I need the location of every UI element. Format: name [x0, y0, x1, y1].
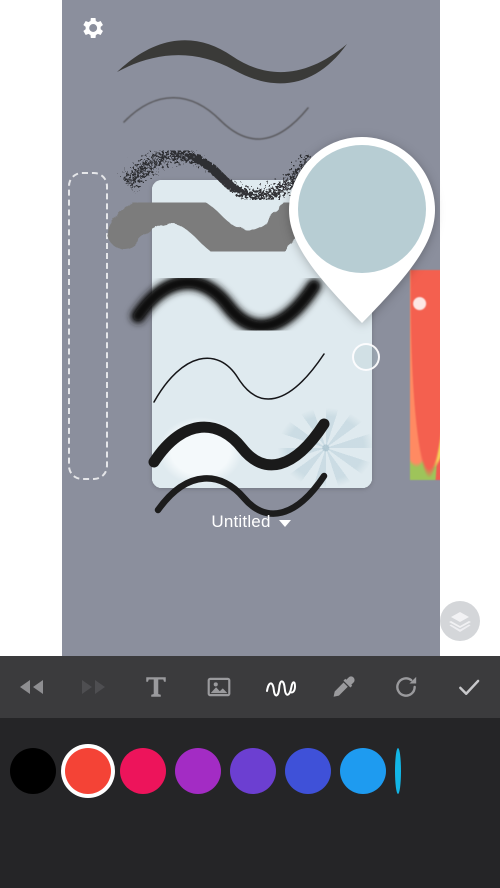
pencil-wave-stroke: [123, 96, 309, 140]
eyedropper-icon: [333, 676, 355, 697]
layers-icon: [449, 612, 471, 632]
color-picker-loupe[interactable]: [283, 131, 441, 329]
loupe-color-fill: [298, 145, 426, 273]
layers-button[interactable]: [440, 601, 480, 641]
swatch-violet[interactable]: [230, 748, 276, 794]
app-root: Untitled: [0, 0, 500, 888]
redo-icon: [81, 680, 105, 694]
squiggle-icon: [266, 680, 297, 697]
dashed-selection-frame: [68, 172, 108, 480]
swatch-red[interactable]: [65, 748, 111, 794]
eyedropper-cursor: [352, 343, 380, 371]
eyedropper-tool[interactable]: [313, 656, 376, 718]
reset-button[interactable]: [375, 656, 438, 718]
color-swatch-row: [0, 740, 420, 802]
gear-icon[interactable]: [78, 14, 106, 42]
swatch-blue[interactable]: [340, 748, 386, 794]
swatch-purple[interactable]: [175, 748, 221, 794]
image-icon: [207, 677, 231, 697]
document-title-row[interactable]: Untitled: [62, 512, 440, 532]
undo-icon: [20, 680, 44, 694]
bottom-toolbar: [0, 656, 500, 718]
workspace: Untitled: [0, 0, 500, 656]
image-tool[interactable]: [188, 656, 251, 718]
chevron-down-icon[interactable]: [278, 520, 291, 527]
calligraphy-wave-stroke: [117, 40, 347, 84]
page-title: Untitled: [211, 512, 271, 531]
swatch-black[interactable]: [10, 748, 56, 794]
color-panel: [0, 718, 500, 888]
text-icon: [146, 677, 166, 697]
draw-tool[interactable]: [250, 656, 313, 718]
undo-button[interactable]: [0, 656, 63, 718]
check-icon: [458, 679, 480, 695]
text-tool[interactable]: [125, 656, 188, 718]
swatch-pink[interactable]: [120, 748, 166, 794]
refresh-icon: [396, 676, 417, 697]
swatch-cyan-partial[interactable]: [395, 748, 401, 794]
confirm-button[interactable]: [438, 656, 500, 718]
redo-button[interactable]: [63, 656, 126, 718]
swatch-indigo[interactable]: [285, 748, 331, 794]
